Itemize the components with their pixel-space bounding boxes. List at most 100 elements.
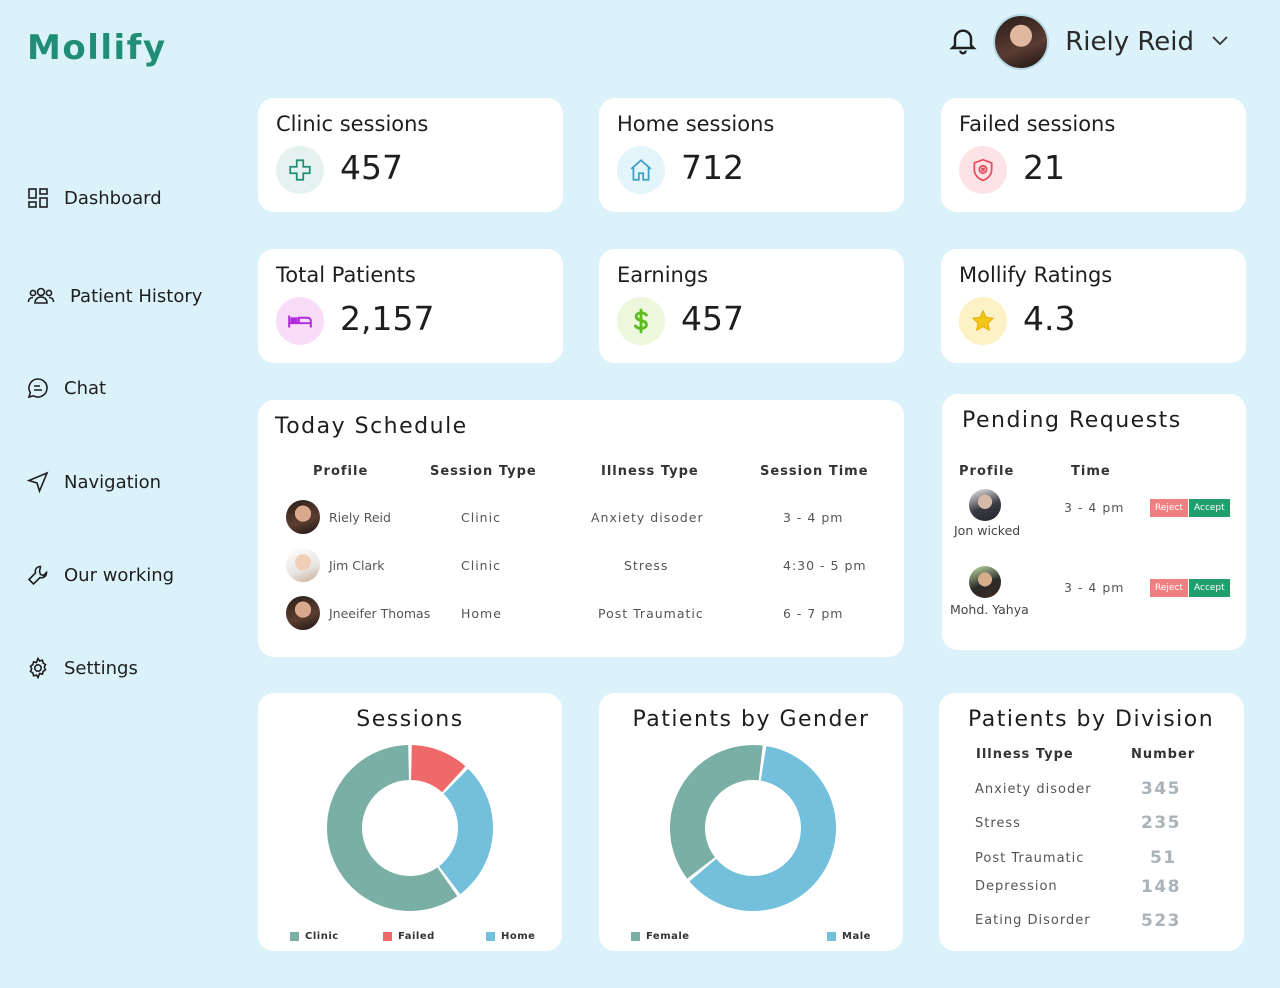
avatar <box>286 548 320 582</box>
pending-requests-card: Pending Requests Profile Time Jon wicked… <box>942 394 1246 650</box>
sidebar-item-label: Dashboard <box>64 187 162 209</box>
home-icon <box>617 146 665 194</box>
session-type: Clinic <box>461 558 501 573</box>
stat-title: Earnings <box>617 263 709 287</box>
legend-item-male: Male <box>827 931 871 942</box>
sidebar-item-label: Settings <box>64 657 138 679</box>
stat-value: 4.3 <box>1023 299 1076 338</box>
column-header-profile: Profile <box>313 464 369 479</box>
stat-value: 457 <box>681 299 744 338</box>
division-illness: Depression <box>975 879 1058 894</box>
session-time: 6 - 7 pm <box>783 606 844 621</box>
reject-button[interactable]: Reject <box>1150 499 1188 517</box>
avatar <box>969 566 1001 598</box>
illness-type: Stress <box>624 558 669 573</box>
pending-title: Pending Requests <box>962 408 1182 433</box>
column-header-session-time: Session Time <box>760 464 869 479</box>
legend-item-home: Home <box>486 931 535 942</box>
legend-label: Clinic <box>305 931 339 942</box>
request-time: 3 - 4 pm <box>1064 500 1125 515</box>
sessions-donut-chart <box>327 745 493 911</box>
app-logo: Mollify <box>27 28 167 68</box>
avatar <box>969 489 1001 521</box>
legend-label: Female <box>646 931 690 942</box>
legend-swatch <box>383 932 392 941</box>
division-illness: Anxiety disoder <box>975 782 1092 797</box>
division-number: 523 <box>1141 911 1181 931</box>
chart-title: Sessions <box>356 707 464 732</box>
stat-title: Clinic sessions <box>276 112 429 136</box>
legend-swatch <box>486 932 495 941</box>
division-number: 148 <box>1141 877 1181 897</box>
topbar: Riely Reid <box>947 14 1232 70</box>
stat-title: Mollify Ratings <box>959 263 1113 287</box>
sidebar-item-label: Chat <box>64 377 107 399</box>
stat-card-total-patients: Total Patients 2,157 <box>258 249 563 363</box>
division-illness: Stress <box>975 816 1021 831</box>
legend-label: Home <box>501 931 536 942</box>
today-schedule-card: Today Schedule Profile Session Type Illn… <box>258 400 904 657</box>
legend-item-clinic: Clinic <box>290 931 339 942</box>
dashboard-icon <box>28 188 48 208</box>
stat-card-failed-sessions: Failed sessions 21 <box>941 98 1246 212</box>
legend-swatch <box>290 932 299 941</box>
requester-name: Mohd. Yahya <box>950 602 1029 617</box>
division-title: Patients by Division <box>968 707 1215 732</box>
dollar-icon <box>617 297 665 345</box>
requester-name: Jon wicked <box>954 523 1021 538</box>
accept-button[interactable]: Accept <box>1189 579 1230 597</box>
gear-icon <box>29 656 47 680</box>
sidebar-item-label: Navigation <box>64 471 162 493</box>
column-header-illness-type: Illness Type <box>601 464 699 479</box>
stat-value: 21 <box>1023 148 1065 187</box>
sidebar-item-chat[interactable]: Chat <box>26 376 106 400</box>
column-header-profile: Profile <box>959 464 1015 479</box>
donut-slice-home <box>439 768 493 895</box>
gender-donut-chart <box>670 745 836 911</box>
sidebar-item-label: Patient History <box>70 285 203 307</box>
stat-card-earnings: Earnings 457 <box>599 249 904 363</box>
column-header-number: Number <box>1131 747 1196 762</box>
division-number: 51 <box>1150 848 1177 868</box>
request-time: 3 - 4 pm <box>1064 580 1125 595</box>
legend-swatch <box>631 932 640 941</box>
schedule-title: Today Schedule <box>275 414 468 439</box>
avatar <box>286 596 320 630</box>
stat-value: 457 <box>340 148 403 187</box>
chat-icon <box>27 378 48 399</box>
reject-button[interactable]: Reject <box>1150 579 1188 597</box>
legend-label: Male <box>842 931 871 942</box>
legend-item-failed: Failed <box>383 931 435 942</box>
sidebar-item-label: Our working <box>64 564 175 586</box>
stat-card-clinic-sessions: Clinic sessions 457 <box>258 98 563 212</box>
sidebar-item-patient-history[interactable]: Patient History <box>26 284 202 308</box>
column-header-illness-type: Illness Type <box>976 747 1074 762</box>
bell-icon[interactable] <box>947 24 979 60</box>
accept-button[interactable]: Accept <box>1189 499 1230 517</box>
chevron-down-icon[interactable] <box>1208 28 1232 56</box>
division-number: 235 <box>1141 813 1181 833</box>
avatar <box>286 500 320 534</box>
stat-title: Total Patients <box>276 263 416 287</box>
column-header-session-type: Session Type <box>430 464 537 479</box>
chart-title: Patients by Gender <box>632 707 870 732</box>
illness-type: Anxiety disoder <box>591 510 704 525</box>
user-avatar[interactable] <box>993 14 1050 70</box>
stat-title: Failed sessions <box>959 112 1116 136</box>
sidebar-item-our-working[interactable]: Our working <box>26 563 174 587</box>
user-name[interactable]: Riely Reid <box>1065 27 1194 57</box>
division-illness: Post Traumatic <box>975 851 1085 866</box>
navigation-icon <box>26 471 49 494</box>
sessions-chart-card: Sessions Clinic Failed Home <box>258 693 562 951</box>
bed-icon <box>276 297 324 345</box>
session-time: 4:30 - 5 pm <box>783 558 867 573</box>
division-card: Patients by Division Illness Type Number… <box>939 693 1244 951</box>
sidebar-item-dashboard[interactable]: Dashboard <box>26 186 162 210</box>
sidebar-item-settings[interactable]: Settings <box>26 656 138 680</box>
sidebar-item-navigation[interactable]: Navigation <box>26 470 161 494</box>
users-icon <box>27 287 55 304</box>
column-header-time: Time <box>1071 464 1111 479</box>
donut-slice-female <box>670 745 763 879</box>
legend-label: Failed <box>398 931 435 942</box>
session-time: 3 - 4 pm <box>783 510 844 525</box>
